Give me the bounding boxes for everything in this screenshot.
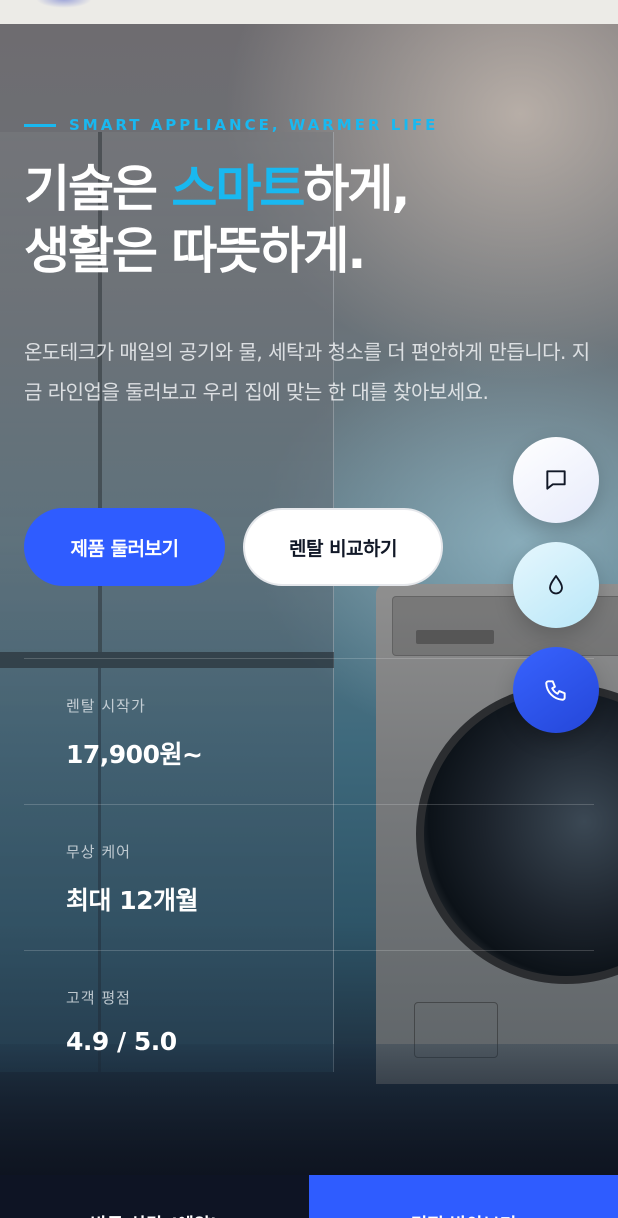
compare-rental-button[interactable]: 렌탈 비교하기 bbox=[243, 508, 443, 586]
headline-accent: 스마트 bbox=[171, 160, 305, 218]
washer-detergent-slot bbox=[416, 630, 494, 644]
hero-headline: 기술은 스마트하게, 생활은 따뜻하게. bbox=[24, 158, 604, 282]
bottom-action-bar: 방문 상담 (예약) 견적 받아보기 bbox=[0, 1175, 618, 1218]
eyebrow-text: SMART APPLIANCE, WARMER LIFE bbox=[69, 116, 439, 134]
stat-value: 최대 12개월 bbox=[66, 886, 199, 915]
visit-consult-button[interactable]: 방문 상담 (예약) bbox=[0, 1175, 309, 1218]
water-fab-button[interactable] bbox=[513, 542, 599, 628]
headline-part: 기술은 bbox=[24, 160, 172, 218]
stat-value: 4.9 / 5.0 bbox=[66, 1027, 177, 1056]
call-fab-button[interactable] bbox=[513, 647, 599, 733]
chat-bubble-icon bbox=[546, 470, 566, 490]
hero-description: 온도테크가 매일의 공기와 물, 세탁과 청소를 더 편안하게 만듭니다. 지금… bbox=[24, 340, 590, 404]
stat-label: 고객 평점 bbox=[66, 989, 131, 1007]
get-quote-button[interactable]: 견적 받아보기 bbox=[309, 1175, 618, 1218]
stat-item: 고객 평점 4.9 / 5.0 bbox=[24, 950, 594, 1096]
headline-line2: 생활은 따뜻하게. bbox=[24, 222, 366, 280]
top-strip bbox=[0, 0, 618, 24]
headline-part: 하게, bbox=[303, 160, 410, 218]
chat-fab-button[interactable] bbox=[513, 437, 599, 523]
top-blob-decoration bbox=[36, 0, 92, 8]
stat-label: 무상 케어 bbox=[66, 843, 131, 861]
stat-label: 렌탈 시작가 bbox=[66, 697, 146, 715]
water-drop-icon bbox=[549, 575, 563, 595]
phone-icon bbox=[545, 680, 566, 701]
stats-list: 렌탈 시작가 17,900원~ 무상 케어 최대 12개월 고객 평점 4.9 … bbox=[24, 658, 594, 1096]
hero-eyebrow: SMART APPLIANCE, WARMER LIFE bbox=[24, 116, 438, 134]
eyebrow-line bbox=[24, 123, 56, 127]
stat-value: 17,900원~ bbox=[66, 740, 203, 769]
stat-item: 렌탈 시작가 17,900원~ bbox=[24, 658, 594, 804]
stat-item: 무상 케어 최대 12개월 bbox=[24, 804, 594, 950]
browse-products-button[interactable]: 제품 둘러보기 bbox=[24, 508, 225, 586]
